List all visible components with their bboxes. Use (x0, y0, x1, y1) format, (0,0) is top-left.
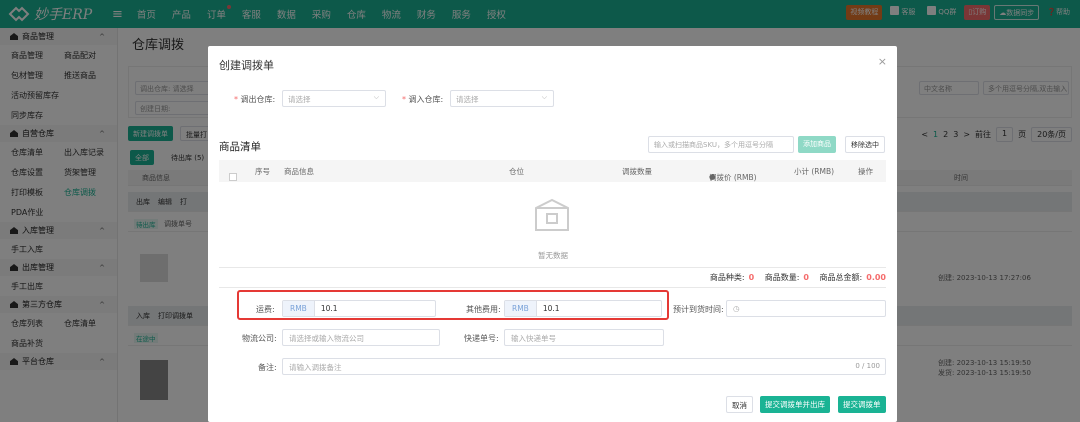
empty-text: 暂无数据 (538, 251, 568, 260)
in-warehouse-label-text: 调入仓库: (408, 95, 444, 104)
kinds-value: 0 (748, 273, 755, 282)
chevron-down-icon: ⌵ (373, 93, 379, 101)
out-warehouse-placeholder: 请选择 (288, 95, 311, 104)
divider (219, 287, 886, 288)
empty-box-icon (535, 198, 569, 231)
currency-prefix: RMB (505, 301, 537, 316)
freight-input[interactable]: RMB 10.1 (282, 300, 436, 317)
in-warehouse-select[interactable]: 请选择 ⌵ (450, 90, 554, 107)
remark-input[interactable]: 请输入调拨备注 0 / 100 (282, 358, 886, 375)
clock-icon: ◷ (733, 304, 740, 313)
other-fee-value: 10.1 (542, 304, 560, 313)
close-icon[interactable]: × (878, 55, 887, 68)
divider (219, 267, 886, 268)
goods-summary: 商品种类: 0 商品数量: 0 商品总金额: 0.00 (710, 272, 886, 283)
total-label: 商品总金额: (819, 273, 863, 282)
tracking-label: 快递单号: (464, 334, 499, 343)
freight-label: 运费: (256, 305, 275, 314)
goods-table-header: 序号 商品信息 仓位 调拨数量 ● 调拨价 (RMB) 小计 (RMB) 操作 (219, 160, 886, 182)
create-transfer-dialog: 创建调拨单 × * 调出仓库: 请选择 ⌵ * 调入仓库: 请选择 ⌵ 商品清单 输… (208, 46, 897, 422)
eta-date-picker[interactable]: ◷ (726, 300, 886, 317)
in-warehouse-placeholder: 请选择 (456, 95, 479, 104)
col-price-label: 调拨价 (RMB) (709, 173, 757, 182)
submit-button[interactable]: 提交调拨单 (838, 396, 886, 413)
col-info: 商品信息 (284, 167, 314, 176)
logistics-label: 物流公司: (242, 334, 277, 343)
out-warehouse-select[interactable]: 请选择 ⌵ (282, 90, 386, 107)
dialog-title: 创建调拨单 (219, 59, 274, 72)
currency-prefix: RMB (283, 301, 315, 316)
remark-label: 备注: (258, 363, 277, 372)
col-location: 仓位 (509, 167, 524, 176)
other-fee-input[interactable]: RMB 10.1 (504, 300, 662, 317)
logistics-select[interactable]: 请选择或输入物流公司 (282, 329, 440, 346)
cancel-button[interactable]: 取消 (726, 396, 753, 413)
remark-placeholder: 请输入调拨备注 (289, 363, 342, 372)
other-fee-label: 其他费用: (466, 305, 501, 314)
remove-selected-button[interactable]: 移除选中 (845, 136, 885, 153)
out-warehouse-label-text: 调出仓库: (240, 95, 276, 104)
col-qty: 调拨数量 (622, 167, 652, 176)
remark-counter: 0 / 100 (855, 362, 880, 370)
qty-label: 商品数量: (764, 273, 800, 282)
col-action: 操作 (858, 167, 873, 176)
out-warehouse-label: * 调出仓库: (234, 95, 276, 104)
add-goods-button[interactable]: 添加商品 (798, 136, 836, 153)
eta-label: 预计到货时间: (673, 305, 724, 314)
in-warehouse-label: * 调入仓库: (402, 95, 444, 104)
freight-value: 10.1 (320, 304, 338, 313)
col-subtotal: 小计 (RMB) (794, 167, 835, 176)
kinds-label: 商品种类: (709, 273, 745, 282)
col-seq: 序号 (255, 167, 270, 176)
qty-value: 0 (803, 273, 809, 282)
goods-list-title: 商品清单 (219, 141, 261, 153)
chevron-down-icon: ⌵ (541, 93, 547, 101)
submit-and-ship-button[interactable]: 提交调拨单并出库 (760, 396, 830, 413)
tracking-input[interactable]: 输入快递单号 (504, 329, 664, 346)
sku-scan-input[interactable]: 输入或扫描商品SKU，多个用逗号分隔 (648, 136, 794, 153)
total-value: 0.00 (866, 273, 886, 282)
